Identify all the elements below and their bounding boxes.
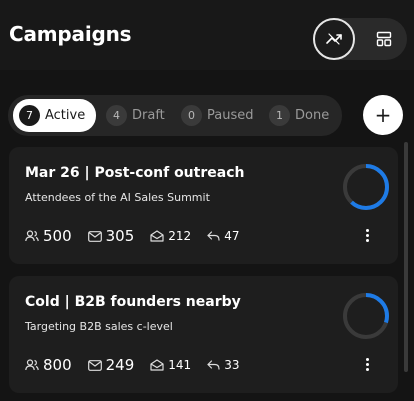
app-header: Campaigns <box>0 0 414 70</box>
reply-icon <box>207 360 220 370</box>
progress-ring <box>343 164 389 210</box>
filter-label: Done <box>295 108 330 123</box>
more-options-button[interactable] <box>359 352 375 376</box>
campaign-stats: 800 249 141 33 <box>25 355 255 375</box>
analytics-view-button[interactable] <box>313 18 355 60</box>
filter-chip-active[interactable]: 7 Active <box>13 99 96 132</box>
mail-icon <box>87 359 102 371</box>
campaign-subtitle: Targeting B2B sales c-level <box>25 320 173 333</box>
filter-label: Paused <box>207 108 254 123</box>
users-icon <box>25 230 39 242</box>
mail-icon <box>87 230 102 242</box>
status-filter-bar: 7 Active 4 Draft 0 Paused 1 Done <box>8 95 342 136</box>
filter-chip-draft[interactable]: 4 Draft <box>100 99 170 132</box>
stat-sent: 305 <box>87 227 135 245</box>
filter-chip-paused[interactable]: 0 Paused <box>175 99 259 132</box>
page-title: Campaigns <box>9 22 132 46</box>
users-icon <box>25 359 39 371</box>
stat-replied: 33 <box>207 358 239 372</box>
stat-replied: 47 <box>207 229 239 243</box>
filter-count: 4 <box>106 105 127 126</box>
reply-icon <box>207 231 220 241</box>
filter-count: 1 <box>269 105 290 126</box>
campaign-subtitle: Attendees of the AI Sales Summit <box>25 191 210 204</box>
progress-ring <box>343 293 389 339</box>
mail-open-icon <box>150 359 164 371</box>
stat-opened-value: 141 <box>168 358 192 372</box>
stat-sent-value: 305 <box>105 227 135 245</box>
trend-chart-icon <box>326 33 342 45</box>
view-toggle <box>313 18 407 60</box>
add-campaign-button[interactable]: + <box>363 95 403 135</box>
filter-count: 7 <box>19 105 40 126</box>
stat-opened: 141 <box>150 358 191 372</box>
campaign-title: Mar 26 | Post-conf outreach <box>25 165 245 181</box>
stat-leads-value: 500 <box>43 227 72 245</box>
filter-label: Draft <box>132 108 165 123</box>
layout-view-button[interactable] <box>363 18 405 60</box>
filter-count: 0 <box>181 105 202 126</box>
more-vertical-icon <box>365 228 369 232</box>
more-vertical-icon <box>365 357 369 361</box>
stat-opened-value: 212 <box>168 229 192 243</box>
campaign-title: Cold | B2B founders nearby <box>25 294 241 310</box>
filter-label: Active <box>45 108 86 123</box>
stat-replied-value: 47 <box>224 229 240 243</box>
scrollbar[interactable] <box>404 142 408 372</box>
stat-sent-value: 249 <box>105 356 135 374</box>
plus-icon: + <box>374 103 392 127</box>
filter-chip-done[interactable]: 1 Done <box>263 99 337 132</box>
stat-sent: 249 <box>87 356 135 374</box>
stat-opened: 212 <box>150 229 191 243</box>
stat-replied-value: 33 <box>224 358 240 372</box>
layout-grid-icon <box>376 31 392 47</box>
more-options-button[interactable] <box>359 223 375 247</box>
campaign-card[interactable]: Mar 26 | Post-conf outreach Attendees of… <box>9 147 398 264</box>
stat-leads: 800 <box>25 356 72 374</box>
campaign-card[interactable]: Cold | B2B founders nearby Targeting B2B… <box>9 276 398 393</box>
mail-open-icon <box>150 230 164 242</box>
campaign-stats: 500 305 212 47 <box>25 226 255 246</box>
stat-leads: 500 <box>25 227 72 245</box>
stat-leads-value: 800 <box>43 356 72 374</box>
